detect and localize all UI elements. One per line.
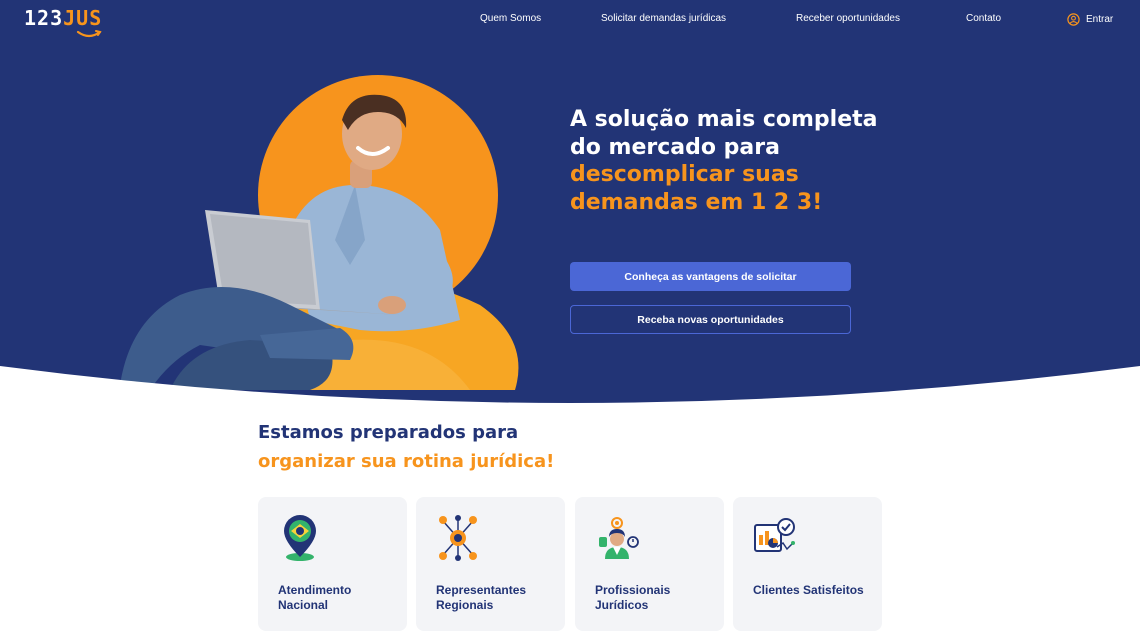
network-people-icon xyxy=(439,515,477,561)
novas-oportunidades-button[interactable]: Receba novas oportunidades xyxy=(570,305,851,334)
card-label: Representantes Regionais xyxy=(436,583,527,612)
login-link[interactable]: Entrar xyxy=(1067,13,1113,26)
hero-headline: A solução mais completa do mercado para … xyxy=(570,106,900,216)
logo-smile-icon xyxy=(76,30,102,38)
feature-cards: Atendimento Nacional Representantes Regi… xyxy=(258,497,883,631)
login-label: Entrar xyxy=(1086,14,1114,25)
card-label: Clientes Satisfeitos xyxy=(753,583,864,597)
hero-person-image xyxy=(120,94,519,390)
card-atendimento-nacional: Atendimento Nacional xyxy=(258,497,407,631)
card-profissionais-juridicos: Profissionais Jurídicos xyxy=(575,497,724,631)
brazil-location-icon xyxy=(284,515,316,561)
hero-headline-text: A solução mais completa do mercado para xyxy=(570,107,878,160)
card-representantes-regionais: Representantes Regionais xyxy=(416,497,565,631)
report-check-icon xyxy=(754,518,795,552)
section-title-line1: Estamos preparados para xyxy=(258,422,519,443)
user-circle-icon xyxy=(1067,13,1080,26)
hero-headline-highlight: descomplicar suas demandas em 1 2 3! xyxy=(570,162,823,215)
card-label: Atendimento Nacional xyxy=(278,583,352,612)
solicitar-vantagens-button[interactable]: Conheça as vantagens de solicitar xyxy=(570,262,851,291)
hero-section: 123 JUS Quem Somos Solicitar demandas ju… xyxy=(0,0,1140,410)
section-title: Estamos preparados para organizar sua ro… xyxy=(258,418,554,476)
nav-receber-oportunidades[interactable]: Receber oportunidades xyxy=(796,13,900,24)
professional-icon xyxy=(599,517,639,559)
top-nav: Quem Somos Solicitar demandas jurídicas … xyxy=(0,13,1140,29)
card-clientes-satisfeitos: Clientes Satisfeitos xyxy=(733,497,882,631)
hero-bottom-curve xyxy=(0,366,1140,410)
nav-solicitar-demandas[interactable]: Solicitar demandas jurídicas xyxy=(601,13,726,24)
card-label: Profissionais Jurídicos xyxy=(595,583,671,612)
section-title-line2: organizar sua rotina jurídica! xyxy=(258,451,555,472)
nav-quem-somos[interactable]: Quem Somos xyxy=(480,13,541,24)
nav-contato[interactable]: Contato xyxy=(966,13,1001,24)
